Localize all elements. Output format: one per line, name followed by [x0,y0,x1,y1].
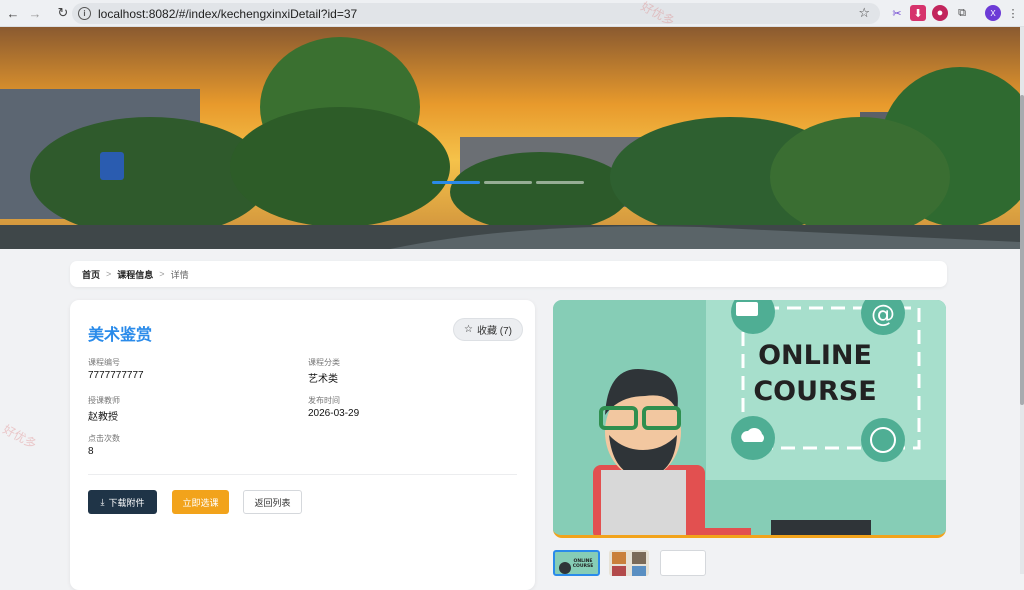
thumbnail-2[interactable] [609,550,649,576]
breadcrumb: 首页 > 课程信息 > 详情 [70,261,947,287]
extensions-icon[interactable]: ⧉ [954,5,970,21]
bookmark-star-icon[interactable]: ☆ [858,5,870,21]
back-icon[interactable]: ← [4,4,22,22]
online-course-illustration: ONLINE COURSE @ [553,300,946,535]
teacher-value: 赵教授 [88,412,118,423]
clicks-value: 8 [88,446,94,457]
record-ext-icon[interactable]: ● [932,5,948,21]
breadcrumb-current: 详情 [170,269,189,280]
campus-photo [0,27,1020,249]
image-text-course: COURSE [753,376,876,407]
download-attachment-button[interactable]: ⤓ 下载附件 [88,490,157,514]
enroll-button[interactable]: 立即选课 [172,490,229,514]
course-info-card: 美术鉴赏 ☆ 收藏 (7) 课程编号 7777777777 课程分类 艺术类 授… [70,300,535,590]
category-value: 艺术类 [308,374,338,385]
date-label: 发布时间 [308,396,340,405]
thumbnail-text: COURSE [573,563,594,569]
download-ext-icon[interactable]: ⬇ [910,5,926,21]
favorite-label: 收藏 (7) [476,326,512,337]
image-text-online: ONLINE [758,340,872,371]
teacher-label: 授课教师 [88,396,120,405]
thumbnail-1[interactable]: ONLINE COURSE [553,550,600,576]
forward-icon[interactable]: → [26,4,44,22]
svg-text:@: @ [871,300,895,328]
address-bar[interactable]: i localhost:8082/#/index/kechengxinxiDet… [72,3,880,24]
reload-icon[interactable]: ↻ [54,4,72,22]
breadcrumb-separator: > [106,269,112,279]
watermark: 好优多 [0,422,39,452]
profile-avatar[interactable]: X [985,5,1001,21]
star-icon: ☆ [464,324,473,335]
course-cover-image: ONLINE COURSE @ [553,300,946,538]
code-label: 课程编号 [88,358,120,367]
breadcrumb-separator: > [159,269,165,279]
clicks-label: 点击次数 [88,434,120,443]
course-title: 美术鉴赏 [88,327,153,344]
download-label: 下载附件 [108,497,145,508]
download-icon: ⤓ [100,496,105,507]
hero-banner [0,27,1020,249]
thumbnail-3[interactable] [660,550,706,576]
divider [88,474,517,475]
date-value: 2026-03-29 [308,408,360,419]
thumbnail-1-image: ONLINE COURSE [559,558,594,574]
code-value: 7777777777 [88,370,144,381]
breadcrumb-section[interactable]: 课程信息 [117,268,153,281]
thumbnail-2-image [612,552,646,576]
breadcrumb-home[interactable]: 首页 [82,268,100,281]
back-to-list-button[interactable]: 返回列表 [243,490,302,514]
menu-icon[interactable]: ⋮ [1005,5,1021,21]
scissors-icon[interactable]: ✂ [889,5,905,21]
site-info-icon[interactable]: i [78,7,91,20]
url-text: localhost:8082/#/index/kechengxinxiDetai… [98,6,358,21]
category-label: 课程分类 [308,358,340,367]
favorite-button[interactable]: ☆ 收藏 (7) [453,318,523,341]
scrollbar-thumb[interactable] [1020,95,1024,405]
